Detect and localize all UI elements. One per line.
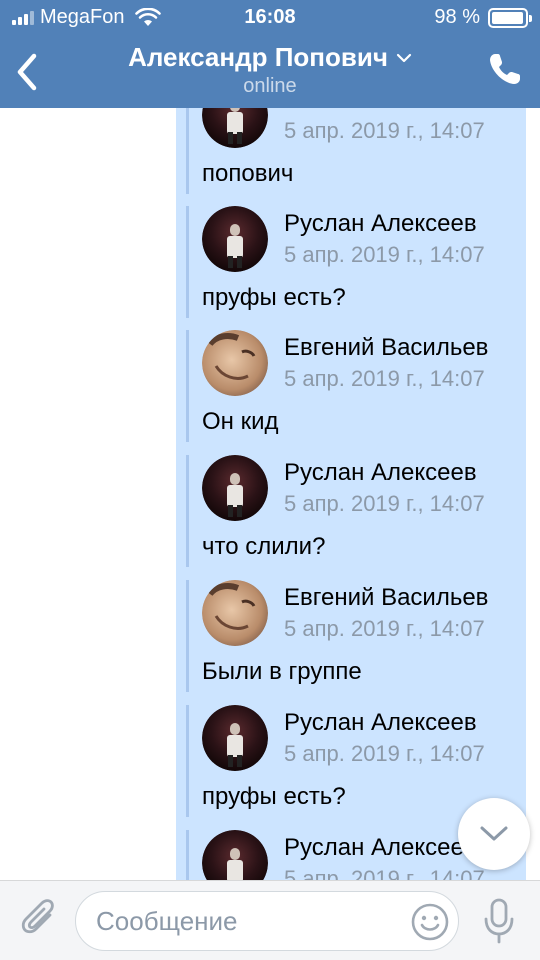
forwarded-message[interactable]: Руслан Алексеев 5 апр. 2019 г., 14:07 чт… xyxy=(186,455,526,567)
message-input[interactable] xyxy=(96,892,396,950)
chat-title-area[interactable]: Александр Попович online xyxy=(80,42,460,98)
message-date: 5 апр. 2019 г., 14:07 xyxy=(284,242,485,267)
chevron-down-icon xyxy=(480,826,508,841)
message-list[interactable]: 5 апр. 2019 г., 14:07 попович Руслан Але… xyxy=(0,108,540,880)
forwarded-message[interactable]: Евгений Васильев 5 апр. 2019 г., 14:07 О… xyxy=(186,330,526,442)
message-date: 5 апр. 2019 г., 14:07 xyxy=(284,366,485,391)
forwarded-message[interactable]: 5 апр. 2019 г., 14:07 попович xyxy=(186,108,526,194)
message-date: 5 апр. 2019 г., 14:07 xyxy=(284,616,485,641)
chat-title[interactable]: Александр Попович xyxy=(128,42,412,73)
microphone-icon[interactable] xyxy=(482,897,516,945)
avatar[interactable] xyxy=(202,108,268,148)
sender-name[interactable]: Евгений Васильев xyxy=(284,334,488,362)
forward-line xyxy=(186,206,189,318)
message-text: Были в группе xyxy=(202,658,362,685)
message-date: 5 апр. 2019 г., 14:07 xyxy=(284,741,485,766)
avatar[interactable] xyxy=(202,705,268,771)
forward-line xyxy=(186,108,189,194)
phone-icon[interactable] xyxy=(488,52,522,86)
message-field[interactable] xyxy=(75,891,459,951)
composer-bar xyxy=(0,880,540,960)
message-text: пруфы есть? xyxy=(202,783,346,810)
status-bar: MegaFon 16:08 98 % xyxy=(0,0,540,36)
message-text: Он кид xyxy=(202,408,279,435)
avatar[interactable] xyxy=(202,206,268,272)
avatar[interactable] xyxy=(202,580,268,646)
paperclip-icon[interactable] xyxy=(20,899,60,941)
forward-line xyxy=(186,830,189,880)
battery-level xyxy=(492,11,524,24)
sender-name[interactable]: Евгений Васильев xyxy=(284,584,488,612)
chat-title-text: Александр Попович xyxy=(128,42,388,72)
message-text: пруфы есть? xyxy=(202,284,346,311)
chat-header: MegaFon 16:08 98 % Александр Попович onl… xyxy=(0,0,540,108)
forward-line xyxy=(186,580,189,692)
avatar[interactable] xyxy=(202,830,268,880)
online-status: online xyxy=(243,75,297,97)
sender-name[interactable]: Руслан Алексеев xyxy=(284,210,477,238)
sender-name[interactable]: Руслан Алексеев xyxy=(284,709,477,737)
forward-line xyxy=(186,455,189,567)
sender-name[interactable]: Руслан Алексеев xyxy=(284,459,477,487)
forward-line xyxy=(186,705,189,817)
chat-screen: MegaFon 16:08 98 % Александр Попович onl… xyxy=(0,0,540,960)
chevron-down-icon xyxy=(396,53,412,62)
message-date: 5 апр. 2019 г., 14:07 xyxy=(284,866,485,880)
forwarded-message[interactable]: Руслан Алексеев 5 апр. 2019 г., 14:07 пр… xyxy=(186,206,526,318)
forwarded-message[interactable]: Евгений Васильев 5 апр. 2019 г., 14:07 Б… xyxy=(186,580,526,692)
forwarded-message[interactable]: Руслан Алексеев 5 апр. 2019 г., 14:07 пр… xyxy=(186,705,526,817)
status-right: 98 % xyxy=(434,6,532,29)
back-icon[interactable] xyxy=(10,50,44,94)
avatar[interactable] xyxy=(202,455,268,521)
battery-percent: 98 % xyxy=(434,6,480,28)
smile-icon[interactable] xyxy=(410,902,450,942)
battery-icon xyxy=(488,7,532,28)
avatar[interactable] xyxy=(202,330,268,396)
message-text: попович xyxy=(202,160,294,187)
message-text: что слили? xyxy=(202,533,326,560)
message-date: 5 апр. 2019 г., 14:07 xyxy=(284,118,485,143)
message-date: 5 апр. 2019 г., 14:07 xyxy=(284,491,485,516)
scroll-down-button[interactable] xyxy=(458,798,530,870)
sender-name[interactable]: Руслан Алексеев xyxy=(284,834,477,862)
forward-line xyxy=(186,330,189,442)
